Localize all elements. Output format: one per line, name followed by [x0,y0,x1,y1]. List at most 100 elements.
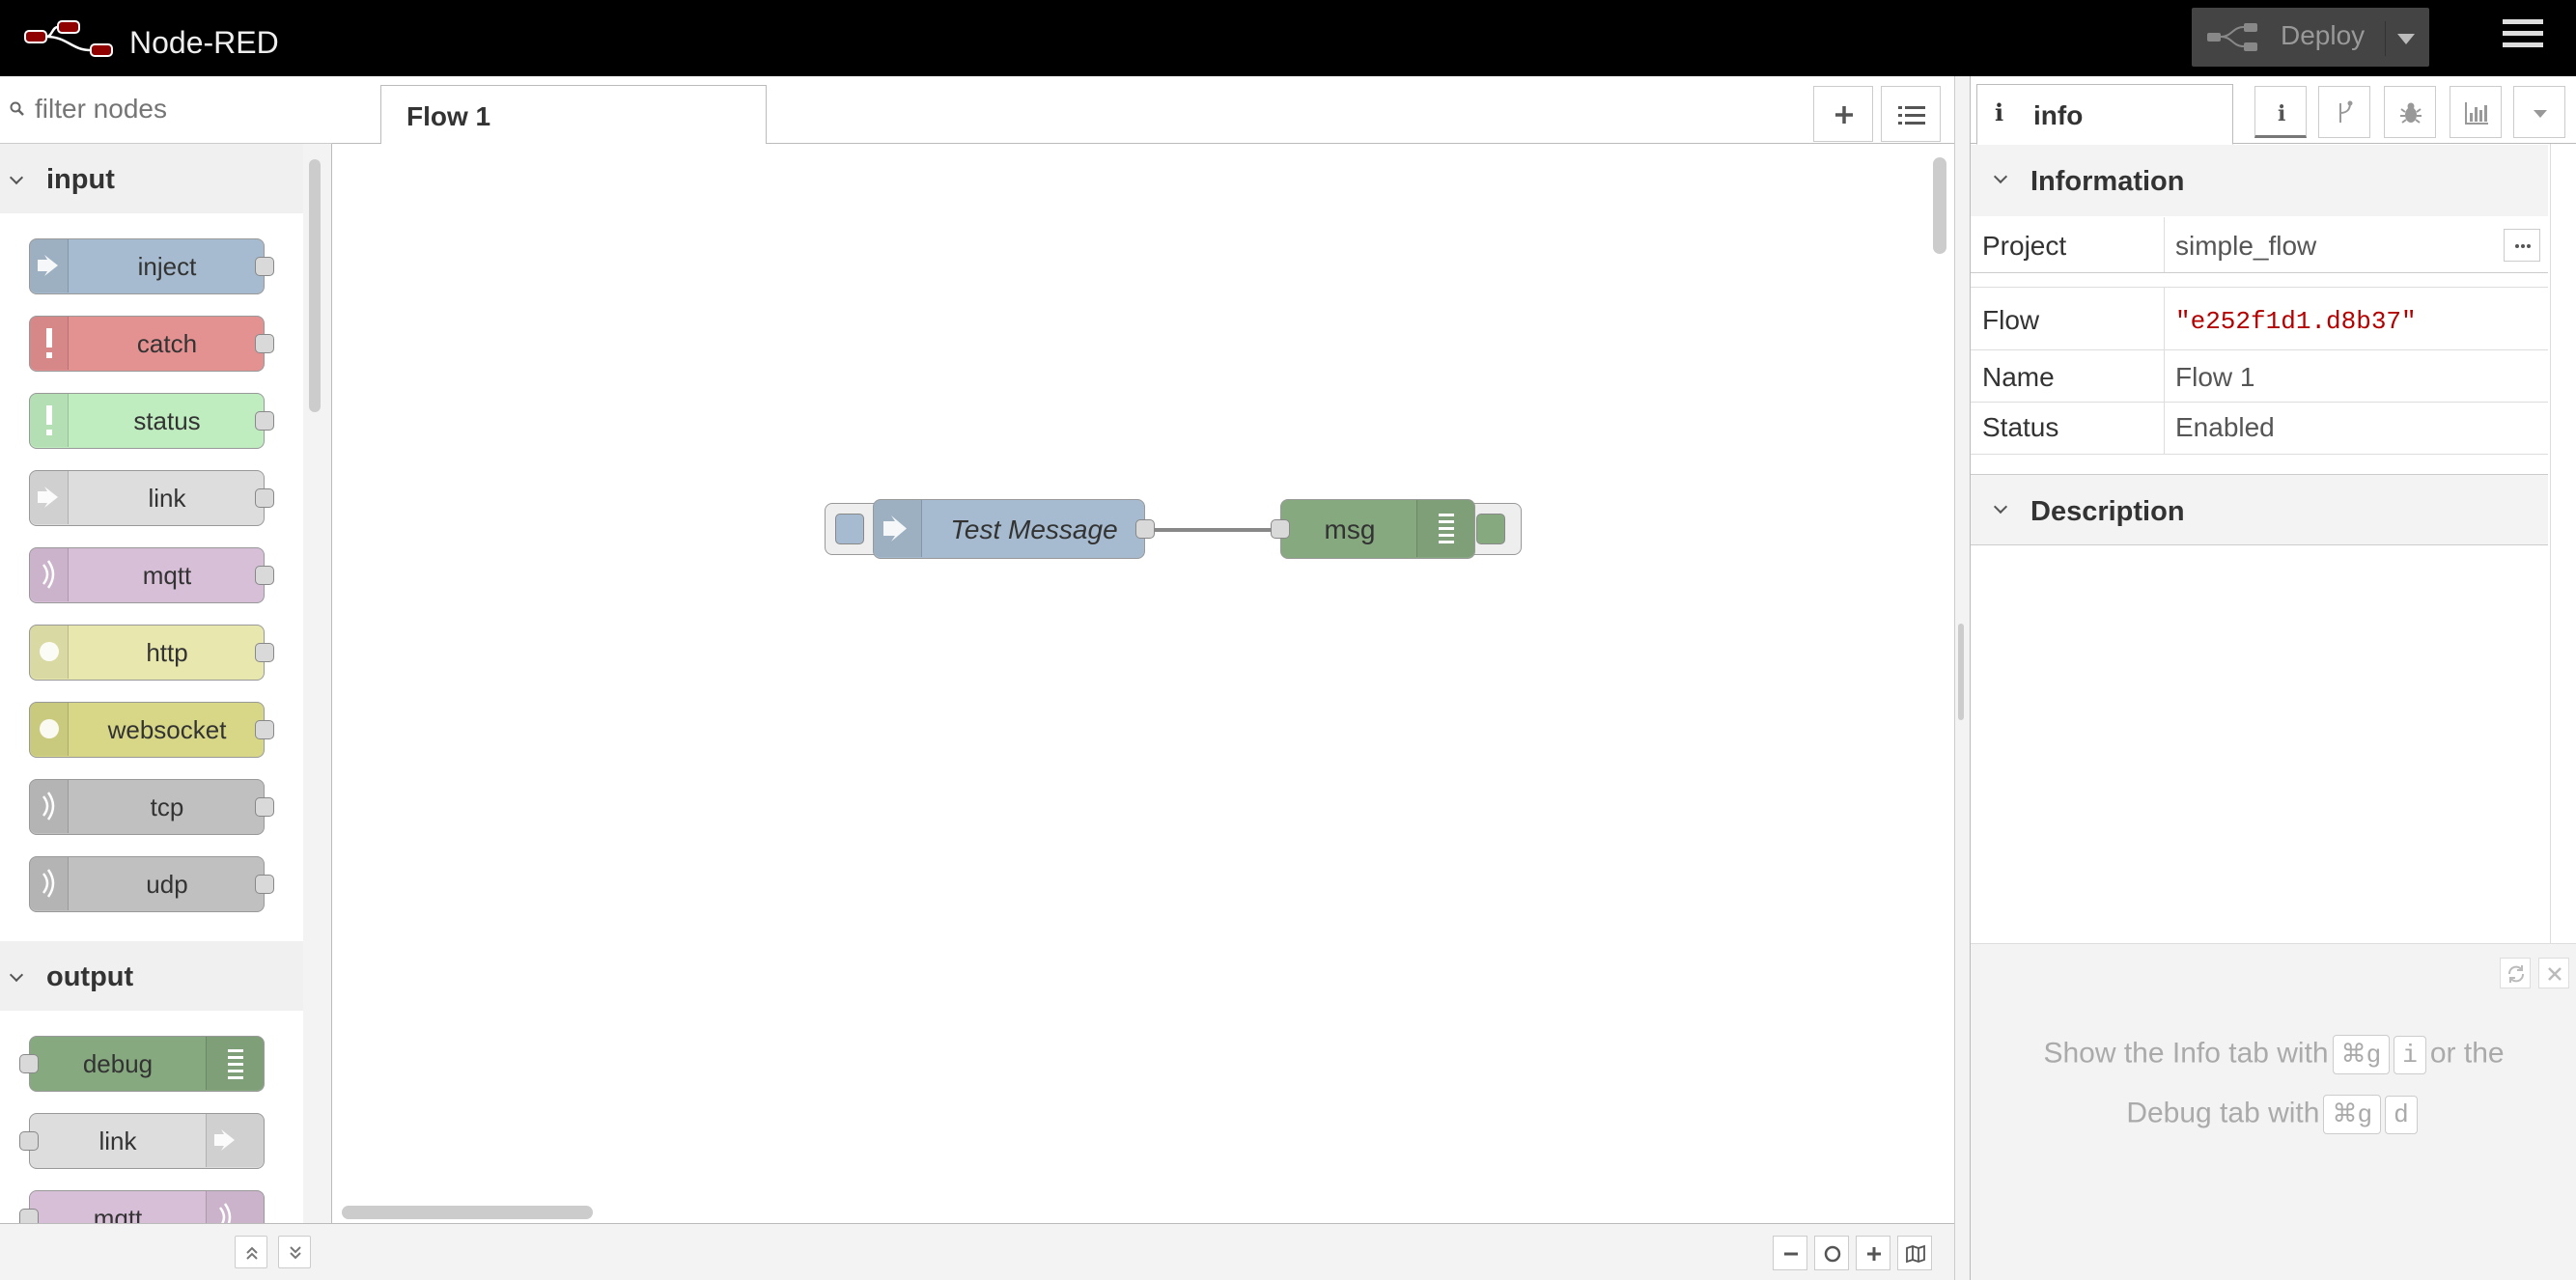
palette-category-body: inject catch status link mqtt http websocket tc… [0,213,303,941]
sidebar-more-tabs-button[interactable] [2513,86,2565,138]
workspace-footer [332,1223,1954,1280]
list-flows-button[interactable] [1881,86,1941,142]
flow-node-inject[interactable]: Test Message [873,499,1155,559]
project-settings-button[interactable] [2504,229,2540,262]
search-icon [10,101,24,116]
description-section-header[interactable]: Description [1971,474,2548,545]
palette-node-label: websocket [107,715,227,744]
palette-node-debug[interactable]: debug [19,1036,265,1092]
next-tip-button[interactable] [2500,958,2531,988]
palette-node-label: mqtt [93,1204,143,1223]
description-title: Description [2030,496,2185,527]
property-row-project: Project simple_flow [1971,217,2548,273]
navigator-button[interactable] [1897,1236,1932,1270]
collapse-all-button[interactable] [235,1236,267,1268]
debug-toggle-square [1476,514,1505,544]
canvas-horizontal-scrollbar[interactable] [342,1206,593,1219]
shortcut-key: i [2394,1035,2426,1074]
list-icon [1898,106,1925,125]
caret-down-icon [2397,34,2415,44]
project-value: simple_flow [2175,231,2317,261]
add-flow-button[interactable] [1813,86,1873,142]
zoom-reset-button[interactable] [1814,1236,1849,1270]
palette-node-udp[interactable]: udp [29,856,274,912]
property-row-flow: Flow "e252f1d1.d8b37" [1971,287,2548,350]
palette-footer [0,1223,332,1280]
palette-node-websocket[interactable]: websocket [29,702,274,758]
information-section-header[interactable]: Information [1971,145,2548,216]
minus-icon [1784,1252,1798,1256]
palette-node-inject[interactable]: inject [29,238,274,294]
tip-text: or the [2429,1037,2505,1070]
output-port[interactable] [1135,519,1155,539]
category-label: input [46,164,115,195]
flow-id-value: "e252f1d1.d8b37" [2175,307,2417,336]
inject-icon [874,500,922,557]
chevron-down-icon [9,967,24,983]
status-icon [30,394,69,447]
sidebar-resize-handle[interactable] [1958,624,1964,720]
palette-node-tcp[interactable]: tcp [29,779,274,835]
info-tab-button[interactable]: i [2254,86,2307,138]
udp-icon [30,857,69,910]
map-icon [1906,1244,1925,1264]
circle-icon [1824,1245,1841,1263]
palette-node-label: debug [82,1049,154,1078]
input-port [19,1054,39,1073]
palette-category-output[interactable]: output [0,941,303,1011]
info-icon: i [2278,101,2285,126]
palette-node-label: tcp [150,793,184,821]
bug-icon [2400,102,2422,124]
palette-node-label: link [98,1127,137,1155]
deploy-options-dropdown[interactable] [2385,21,2423,56]
name-value: Flow 1 [2175,362,2255,392]
filter-nodes-input[interactable] [35,90,324,128]
palette-node-link[interactable]: link [19,1113,265,1169]
debug-tab-button[interactable] [2384,86,2436,138]
close-tips-button[interactable] [2538,958,2569,988]
info-icon: i [1995,98,2004,126]
bar-chart-icon [2465,102,2488,125]
palette-node-status[interactable]: status [29,393,274,449]
property-row-status: Status Enabled [1971,403,2548,455]
mqtt-icon [206,1191,264,1223]
palette-scrollbar[interactable] [309,159,321,412]
expand-all-button[interactable] [278,1236,311,1268]
palette-category-input[interactable]: input [0,144,303,213]
double-chevron-down-icon [290,1246,301,1260]
flow-node-debug[interactable]: msg [1271,499,1475,559]
workspace-tab-bar: Flow 1 [332,76,1954,145]
node-red-logo [24,20,113,57]
palette-node-label: status [133,406,201,435]
palette-node-mqtt[interactable]: mqtt [19,1190,265,1223]
palette-node-link[interactable]: link [29,470,274,526]
tip-text: Debug tab with [2126,1097,2320,1129]
canvas-vertical-scrollbar[interactable] [1933,157,1946,254]
deploy-button[interactable]: Deploy [2192,8,2429,67]
tip-text: Show the Info tab with [2043,1037,2329,1070]
app-title: Node-RED [129,25,279,60]
plus-icon [1867,1247,1881,1261]
output-port [255,257,274,276]
palette-node-catch[interactable]: catch [29,316,274,372]
main-menu-button[interactable] [2503,19,2543,54]
project-history-tab-button[interactable] [2318,86,2370,138]
dashboard-tab-button[interactable] [2450,86,2502,138]
refresh-icon [2508,965,2524,983]
tab-info[interactable]: i info [1976,84,2233,145]
input-port [19,1209,39,1223]
zoom-in-button[interactable] [1856,1236,1890,1270]
palette-node-http[interactable]: http [29,625,274,681]
svg-text:i: i [2278,101,2285,126]
palette-node-mqtt[interactable]: mqtt [29,547,274,603]
flow-canvas[interactable]: Test Message msg [332,144,1927,1199]
caret-down-icon [2534,110,2547,118]
input-port [19,1131,39,1151]
zoom-out-button[interactable] [1773,1236,1807,1270]
http-icon [30,626,69,679]
sidebar-scrollbar[interactable] [2550,144,2576,943]
inject-icon [30,239,69,292]
tab-info-label: info [2033,100,2084,130]
input-port[interactable] [1271,519,1290,539]
tab-flow-1[interactable]: Flow 1 [380,85,767,145]
